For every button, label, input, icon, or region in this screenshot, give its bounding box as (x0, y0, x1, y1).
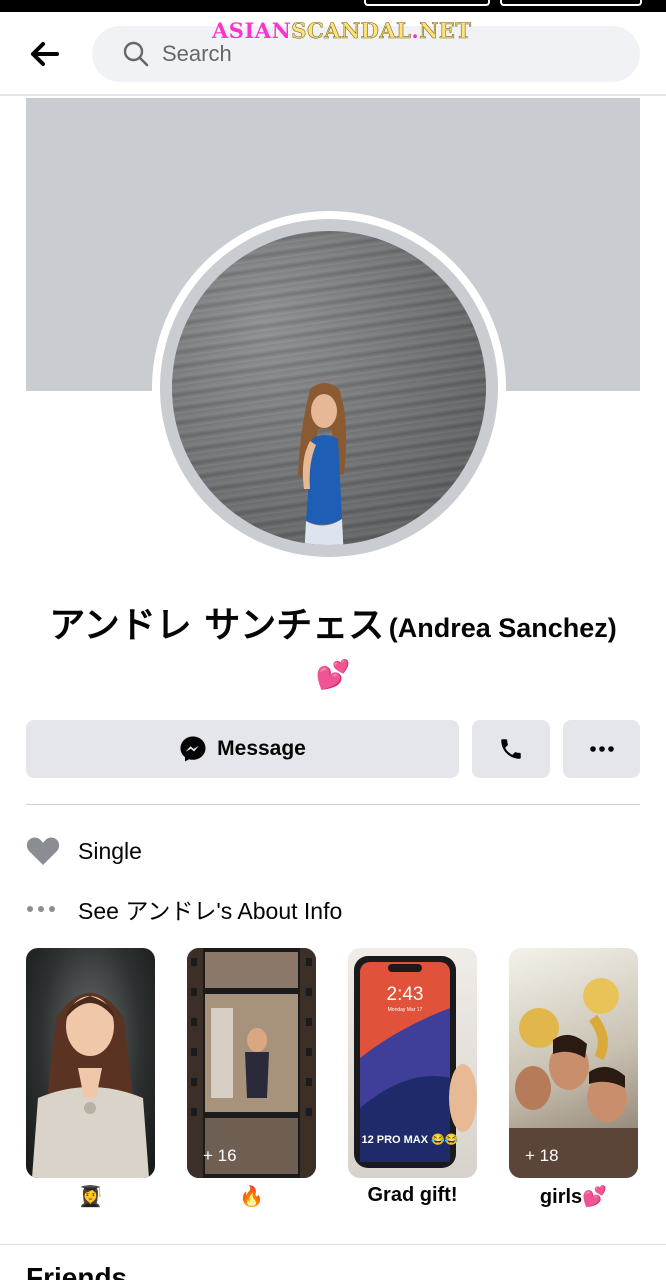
more-options-button[interactable] (563, 720, 640, 778)
profile-bio: 💕 (315, 659, 351, 690)
search-icon (123, 41, 149, 67)
call-button[interactable] (472, 720, 550, 778)
profile-name-japanese: アンドレ サンチェス (49, 605, 385, 646)
status-pill (500, 0, 642, 6)
heart-icon (26, 836, 78, 866)
phone-image: 2:43 Monday Mar 17 12 PRO MAX 😂😂 (354, 956, 477, 1168)
relationship-status: Single (26, 831, 640, 871)
highlight-cover: 2:43 Monday Mar 17 12 PRO MAX 😂😂 (348, 948, 477, 1178)
watermark-text: SCANDAL (291, 18, 412, 44)
status-pill (364, 0, 490, 6)
highlight-label: Grad gift! (367, 1184, 458, 1206)
story-highlights: 👩‍🎓 + 16 🔥 (26, 948, 640, 1218)
profile-name: アンドレ サンチェス (Andrea Sanchez) (0, 596, 666, 648)
highlight-label: 🔥 (239, 1186, 264, 1208)
about-info-link[interactable]: See アンドレ's About Info (26, 889, 640, 929)
section-divider (0, 1244, 666, 1245)
phone-time: 2:43 (387, 984, 424, 1005)
highlight-item[interactable]: + 18 girls💕 (509, 948, 638, 1208)
highlight-cover: + 16 (187, 948, 316, 1178)
profile-picture-border (160, 219, 498, 557)
highlight-cover: + 18 (509, 948, 638, 1178)
highlight-label: girls💕 (539, 1186, 608, 1208)
highlight-item[interactable]: 👩‍🎓 (26, 948, 155, 1208)
dots-icon (26, 905, 78, 913)
profile-name-english: (Andrea Sanchez) (388, 613, 617, 643)
back-button[interactable] (22, 34, 68, 74)
ellipsis-icon (589, 746, 614, 752)
watermark: ASIANSCANDAL.NET (212, 18, 472, 44)
section-divider (26, 804, 640, 805)
message-button[interactable]: Message (26, 720, 459, 778)
profile-actions: Message (26, 720, 640, 780)
group-photo-image (509, 978, 638, 1178)
phone-date: Monday Mar 17 (388, 1007, 423, 1013)
message-button-label: Message (217, 737, 306, 760)
highlight-count: + 16 (203, 1146, 237, 1165)
friends-section-heading: Friends (26, 1262, 128, 1280)
portrait-image (32, 993, 149, 1178)
highlight-count: + 18 (525, 1146, 559, 1165)
profile-photo (172, 231, 486, 545)
about-info-text: See アンドレ's About Info (78, 898, 343, 924)
messenger-icon (180, 736, 206, 762)
watermark-text: ASIAN (212, 18, 292, 43)
film-strip-image (187, 948, 316, 1178)
phone-icon (501, 739, 521, 759)
highlight-cover (26, 948, 155, 1178)
watermark-text: NET (419, 18, 472, 44)
highlight-item[interactable]: 2:43 Monday Mar 17 12 PRO MAX 😂😂 Grad gi… (348, 948, 477, 1206)
person-figure (298, 383, 347, 545)
arrow-left-icon (31, 42, 59, 66)
status-bar (0, 0, 666, 12)
search-input[interactable] (162, 41, 602, 67)
highlight-item[interactable]: + 16 🔥 (187, 948, 316, 1208)
highlight-label: 👩‍🎓 (78, 1186, 103, 1208)
relationship-text: Single (78, 837, 142, 864)
phone-caption: 12 PRO MAX 😂😂 (361, 1133, 458, 1146)
profile-picture[interactable] (152, 211, 506, 565)
